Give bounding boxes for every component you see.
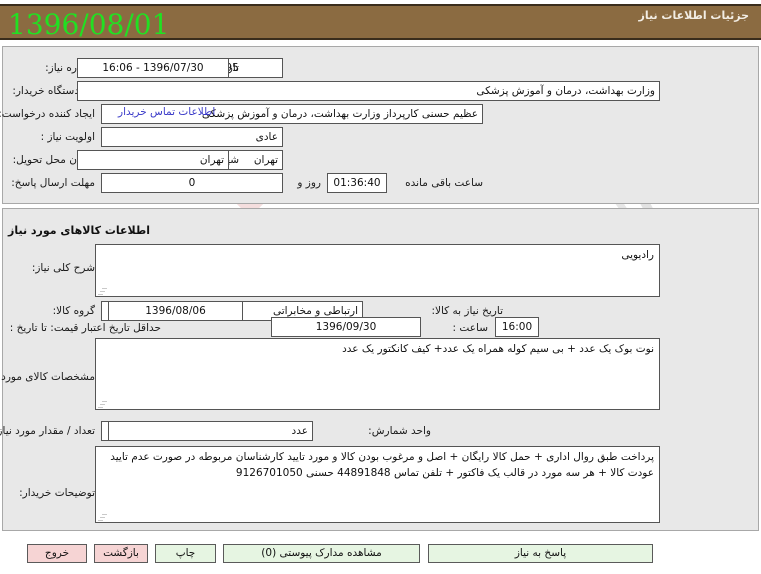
deadline-days-suffix: روز و (297, 177, 321, 189)
deadline-days-value: 0 (101, 173, 283, 193)
quantity-label: تعداد / مقدار مورد نیاز: (0, 425, 95, 437)
need-details-page: مهر ارتباط جزئیات اطلاعات نیاز 1396/08/0… (0, 0, 761, 574)
price-validity-date-value: 1396/09/30 (271, 317, 421, 337)
general-description-value[interactable]: رادیویی (95, 244, 660, 297)
general-description-label: شرح کلی نیاز: (31, 262, 95, 274)
print-button[interactable]: چاپ (155, 544, 216, 563)
goods-specs-label: مشخصات کالای مورد نیاز: (0, 371, 95, 383)
resize-grip-icon (98, 287, 107, 295)
goods-section-title: اطلاعات کالاهای مورد نیاز (8, 224, 150, 237)
deadline-time-suffix: ساعت باقی مانده (405, 177, 483, 189)
back-button[interactable]: بازگشت (94, 544, 148, 563)
stamp-date: 1396/08/01 (8, 8, 170, 41)
page-title: جزئیات اطلاعات نیاز (638, 9, 750, 22)
price-validity-label: حداقل تاریخ اعتبار قیمت: تا تاریخ : (9, 322, 161, 334)
resize-grip-icon (98, 513, 107, 521)
price-validity-time-label: ساعت : (452, 322, 488, 334)
price-validity-time-value: 16:00 (495, 317, 539, 337)
general-description-text: رادیویی (621, 249, 654, 261)
priority-label: اولویت نیاز : (40, 131, 95, 143)
buyer-org-value: وزارت بهداشت، درمان و آموزش پزشکی (77, 81, 660, 101)
buyer-contact-link[interactable]: اطلاعات تماس خریدار (118, 106, 215, 118)
respond-to-need-button[interactable]: پاسخ به نیاز (428, 544, 653, 563)
response-deadline-label: مهلت ارسال پاسخ: (11, 177, 95, 189)
goods-specs-text: نوت بوک یک عدد + بی سیم کوله همراه یک عد… (342, 343, 654, 355)
goods-specs-value[interactable]: نوت بوک یک عدد + بی سیم کوله همراه یک عد… (95, 338, 660, 410)
buyer-notes-value[interactable]: پرداخت طبق روال اداری + حمل کالا رایگان … (95, 446, 660, 523)
buyer-notes-label: توضیحات خریدار: (19, 487, 95, 499)
view-attachments-button[interactable]: مشاهده مدارک پیوستی (0) (223, 544, 420, 563)
deadline-time-value: 01:36:40 (327, 173, 387, 193)
delivery-city-value: تهران (77, 150, 229, 170)
priority-value: عادی (101, 127, 283, 147)
exit-button[interactable]: خروج (27, 544, 87, 563)
buyer-notes-text: پرداخت طبق روال اداری + حمل کالا رایگان … (110, 451, 654, 479)
unit-value: عدد (108, 421, 313, 441)
resize-grip-icon (98, 400, 107, 408)
action-button-bar: پاسخ به نیاز مشاهده مدارک پیوستی (0) چاپ… (0, 536, 761, 574)
unit-label: واحد شمارش: (368, 425, 431, 437)
announce-datetime-value: 16:06 - 1396/07/30 (77, 58, 229, 78)
requester-label: ایجاد کننده درخواست: (0, 108, 95, 120)
